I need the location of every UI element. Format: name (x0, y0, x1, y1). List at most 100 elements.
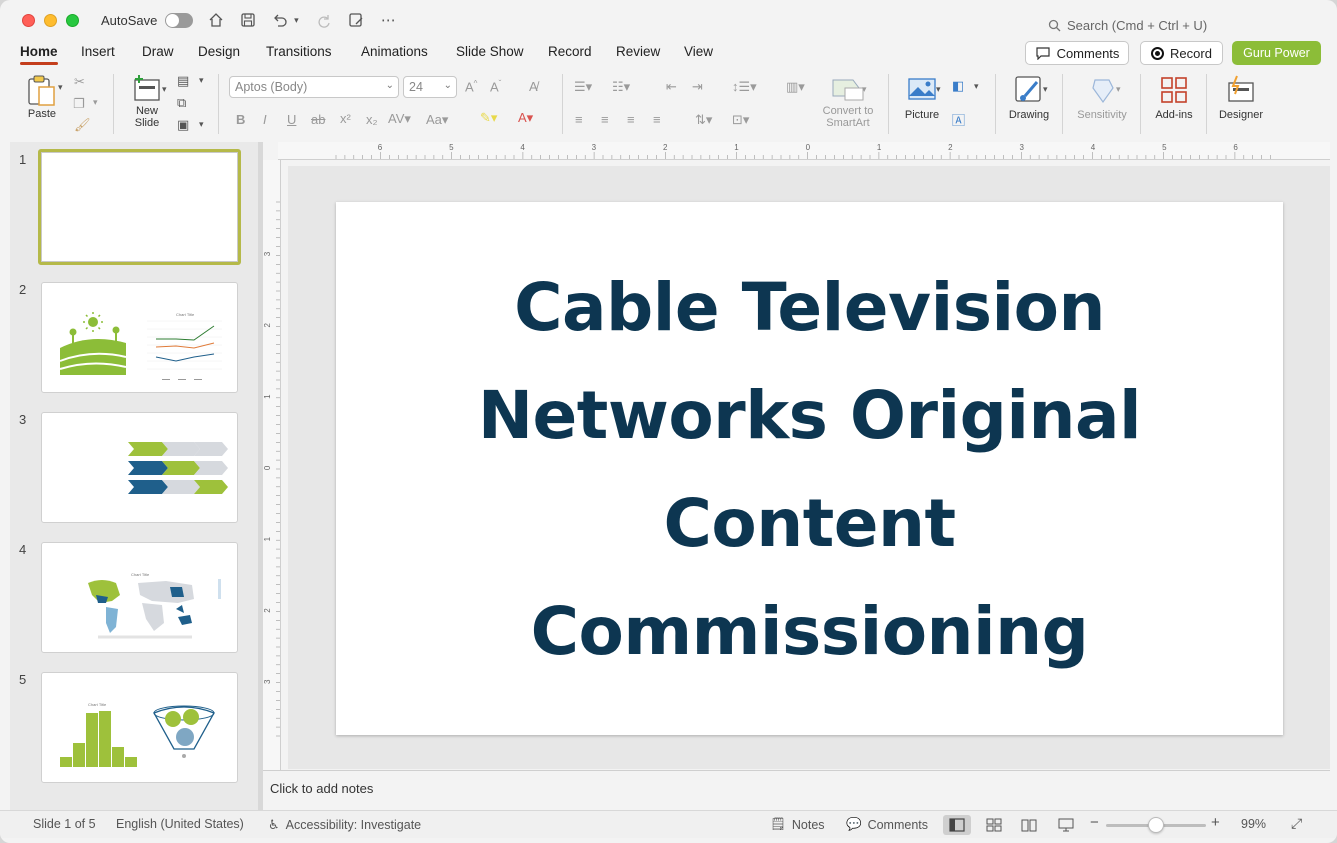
line-spacing-icon[interactable]: ↕☰▾ (732, 79, 757, 95)
strikethrough-icon[interactable]: ab (311, 112, 325, 127)
quick-print-icon[interactable] (347, 11, 365, 29)
tab-animations[interactable]: Animations (361, 44, 428, 59)
drawing-button[interactable]: Drawing (1004, 74, 1054, 121)
slide-thumbnails-panel[interactable]: 1 2 Chart Title 3 4 Chart Title 5 Chart … (10, 142, 258, 810)
align-right-icon[interactable]: ≡ (627, 112, 635, 127)
new-slide-button[interactable]: New Slide (124, 72, 170, 129)
section-dropdown-icon[interactable]: ▾ (199, 119, 204, 130)
tab-slide-show[interactable]: Slide Show (456, 44, 524, 59)
bullets-icon[interactable]: ☰▾ (574, 79, 592, 95)
picture-button[interactable]: Picture (899, 76, 945, 121)
tab-record[interactable]: Record (548, 44, 592, 59)
shapes-icon[interactable]: ◧ (952, 78, 964, 94)
underline-icon[interactable]: U (287, 112, 296, 127)
notes-pane[interactable]: Click to add notes (263, 770, 1330, 810)
reading-view-button[interactable] (1015, 815, 1043, 835)
character-spacing-icon[interactable]: AV▾ (388, 111, 411, 127)
redo-icon[interactable] (315, 11, 333, 29)
undo-dropdown-icon[interactable]: ▾ (291, 11, 301, 29)
slide-sorter-view-button[interactable] (980, 815, 1008, 835)
tab-home[interactable]: Home (20, 44, 58, 65)
decrease-font-icon[interactable]: Aˇ (490, 79, 501, 94)
more-icon[interactable]: ⋯ (379, 11, 397, 29)
home-icon[interactable] (207, 11, 225, 29)
shapes-dropdown-icon[interactable]: ▾ (974, 81, 979, 92)
zoom-level[interactable]: 99% (1241, 817, 1266, 831)
italic-icon[interactable]: I (263, 112, 267, 127)
align-left-icon[interactable]: ≡ (575, 112, 583, 127)
cut-icon[interactable]: ✂ (74, 74, 85, 90)
minimize-window-button[interactable] (44, 13, 57, 27)
undo-icon[interactable] (271, 11, 289, 29)
tab-design[interactable]: Design (198, 44, 240, 59)
slide-title[interactable]: Cable Television Networks Original Conte… (336, 254, 1283, 686)
designer-button[interactable]: Designer (1214, 74, 1268, 121)
layout-dropdown-icon[interactable]: ▾ (199, 75, 204, 86)
guru-power-button[interactable]: Guru Power (1232, 41, 1321, 65)
smartart-dropdown-icon[interactable]: ▾ (862, 84, 867, 95)
numbering-icon[interactable]: ☷▾ (612, 79, 630, 95)
align-center-icon[interactable]: ≡ (601, 112, 609, 127)
zoom-in-button[interactable]: + (1211, 814, 1220, 831)
superscript-icon[interactable]: x² (340, 111, 351, 126)
format-painter-icon[interactable]: 🖌 (74, 117, 91, 133)
tab-draw[interactable]: Draw (142, 44, 174, 59)
paste-button[interactable]: Paste (22, 74, 62, 120)
add-ins-button[interactable]: Add-ins (1150, 74, 1198, 121)
reset-slide-icon[interactable]: ⧉ (177, 95, 186, 111)
drawing-dropdown-icon[interactable]: ▾ (1043, 84, 1048, 95)
subscript-icon[interactable]: x₂ (366, 112, 378, 127)
save-icon[interactable] (239, 11, 257, 29)
zoom-out-button[interactable]: − (1090, 814, 1099, 831)
comments-toggle-button[interactable]: 💬 Comments (846, 817, 928, 832)
change-case-icon[interactable]: Aa▾ (426, 112, 448, 128)
autosave-toggle[interactable] (165, 12, 194, 28)
justify-icon[interactable]: ≡ (653, 112, 661, 127)
paste-dropdown-icon[interactable]: ▾ (58, 82, 63, 93)
accessibility-status[interactable]: ♿ Accessibility: Investigate (268, 817, 421, 833)
tab-transitions[interactable]: Transitions (266, 44, 332, 59)
normal-view-button[interactable] (943, 815, 971, 835)
slide-thumbnail-4[interactable]: Chart Title (41, 542, 238, 653)
zoom-slider-thumb[interactable] (1148, 817, 1164, 833)
highlight-icon[interactable]: ✎▾ (480, 110, 497, 126)
search-box[interactable]: Search (Cmd + Ctrl + U) (1048, 18, 1207, 33)
copy-icon[interactable]: ❐ (73, 96, 85, 112)
slide-thumbnail-2[interactable]: Chart Title (41, 282, 238, 393)
decrease-indent-icon[interactable]: ⇤ (666, 79, 677, 95)
increase-font-icon[interactable]: A^ (465, 79, 477, 94)
slide-thumbnail-3[interactable] (41, 412, 238, 523)
new-slide-dropdown-icon[interactable]: ▾ (162, 84, 167, 95)
slide-thumbnail-1[interactable] (38, 149, 241, 265)
section-icon[interactable]: ▣ (177, 117, 189, 133)
tab-review[interactable]: Review (616, 44, 660, 59)
comments-button[interactable]: Comments (1025, 41, 1129, 65)
convert-smartart-button[interactable]: Convert to SmartArt (818, 76, 878, 129)
clear-formatting-icon[interactable]: A̸ (529, 79, 538, 94)
picture-dropdown-icon[interactable]: ▾ (936, 84, 941, 95)
copy-dropdown-icon[interactable]: ▾ (93, 97, 98, 108)
language-status[interactable]: English (United States) (116, 817, 244, 831)
font-name-select[interactable]: Aptos (Body) ⌄ (229, 76, 399, 98)
current-slide[interactable]: Cable Television Networks Original Conte… (336, 202, 1283, 735)
tab-view[interactable]: View (684, 44, 713, 59)
zoom-window-button[interactable] (66, 13, 79, 27)
columns-icon[interactable]: ▥▾ (786, 79, 805, 95)
font-size-select[interactable]: 24 ⌄ (403, 76, 457, 98)
sensitivity-button[interactable]: Sensitivity (1070, 74, 1134, 121)
layout-icon[interactable]: ▤ (177, 73, 189, 89)
bold-icon[interactable]: B (236, 112, 245, 127)
font-color-icon[interactable]: A▾ (518, 110, 533, 126)
slide-show-view-button[interactable] (1052, 815, 1080, 835)
record-button[interactable]: Record (1140, 41, 1223, 65)
increase-indent-icon[interactable]: ⇥ (692, 79, 703, 95)
tab-insert[interactable]: Insert (81, 44, 115, 59)
text-direction-icon[interactable]: ⇅▾ (695, 112, 712, 128)
align-text-icon[interactable]: ⊡▾ (732, 112, 749, 128)
close-window-button[interactable] (22, 13, 35, 27)
slide-thumbnail-5[interactable]: Chart Title (41, 672, 238, 783)
sensitivity-dropdown-icon[interactable]: ▾ (1116, 84, 1121, 95)
fit-to-window-icon[interactable]: ⤢ (1291, 815, 1302, 832)
text-box-icon[interactable]: 🄰 (952, 110, 965, 129)
notes-toggle-button[interactable]: 🗒 Notes (770, 817, 825, 832)
